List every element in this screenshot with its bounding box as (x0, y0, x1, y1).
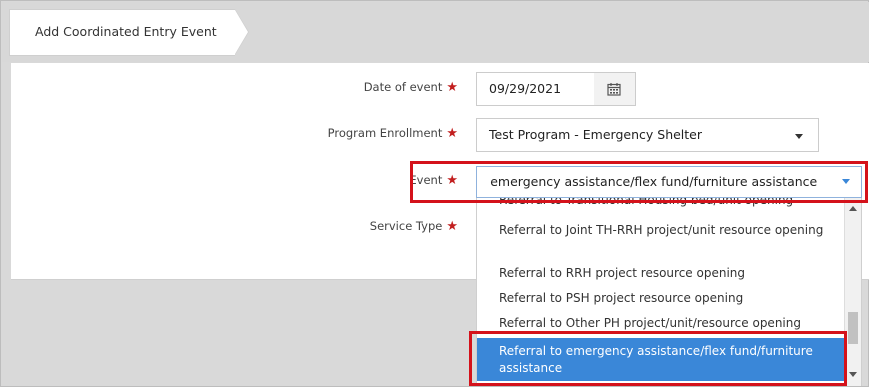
program-enrollment-value: Test Program - Emergency Shelter (489, 127, 703, 142)
dropdown-option[interactable]: Referral to Other PH project/unit/resour… (477, 315, 845, 332)
program-enrollment-select[interactable]: Test Program - Emergency Shelter (476, 118, 819, 152)
required-star-icon: ★ (446, 80, 458, 95)
tab-add-coordinated-entry-event[interactable]: Add Coordinated Entry Event (9, 9, 249, 56)
calendar-icon (607, 83, 621, 96)
service-type-label-text: Service Type (369, 219, 443, 233)
dropdown-option[interactable]: Referral to PSH project resource opening (477, 290, 845, 307)
scroll-up-icon[interactable] (849, 206, 857, 211)
program-label-text: Program Enrollment (327, 126, 443, 140)
scrollbar-thumb[interactable] (848, 312, 858, 344)
tab-arrow-fill (235, 10, 248, 54)
required-star-icon: ★ (446, 219, 458, 234)
dropdown-option[interactable]: Referral to Joint TH-RRH project/unit re… (477, 222, 845, 239)
highlight-box-event-field (410, 161, 868, 203)
highlight-box-selected-option (469, 331, 847, 386)
window: Add Coordinated Entry Event Date of even… (0, 0, 869, 387)
date-of-event-input[interactable]: 09/29/2021 (476, 72, 595, 106)
tab-bar: Add Coordinated Entry Event (2, 2, 869, 62)
tab-label: Add Coordinated Entry Event (35, 24, 217, 39)
calendar-button[interactable] (594, 72, 636, 106)
date-label-text: Date of event (363, 80, 443, 94)
chevron-down-icon (795, 134, 803, 139)
date-of-event-label: Date of event ★ (364, 80, 458, 95)
program-enrollment-label: Program Enrollment ★ (328, 126, 458, 141)
scroll-down-icon[interactable] (849, 372, 857, 377)
required-star-icon: ★ (446, 126, 458, 141)
dropdown-option[interactable]: Referral to RRH project resource opening (477, 265, 845, 282)
service-type-label: Service Type ★ (370, 219, 458, 234)
